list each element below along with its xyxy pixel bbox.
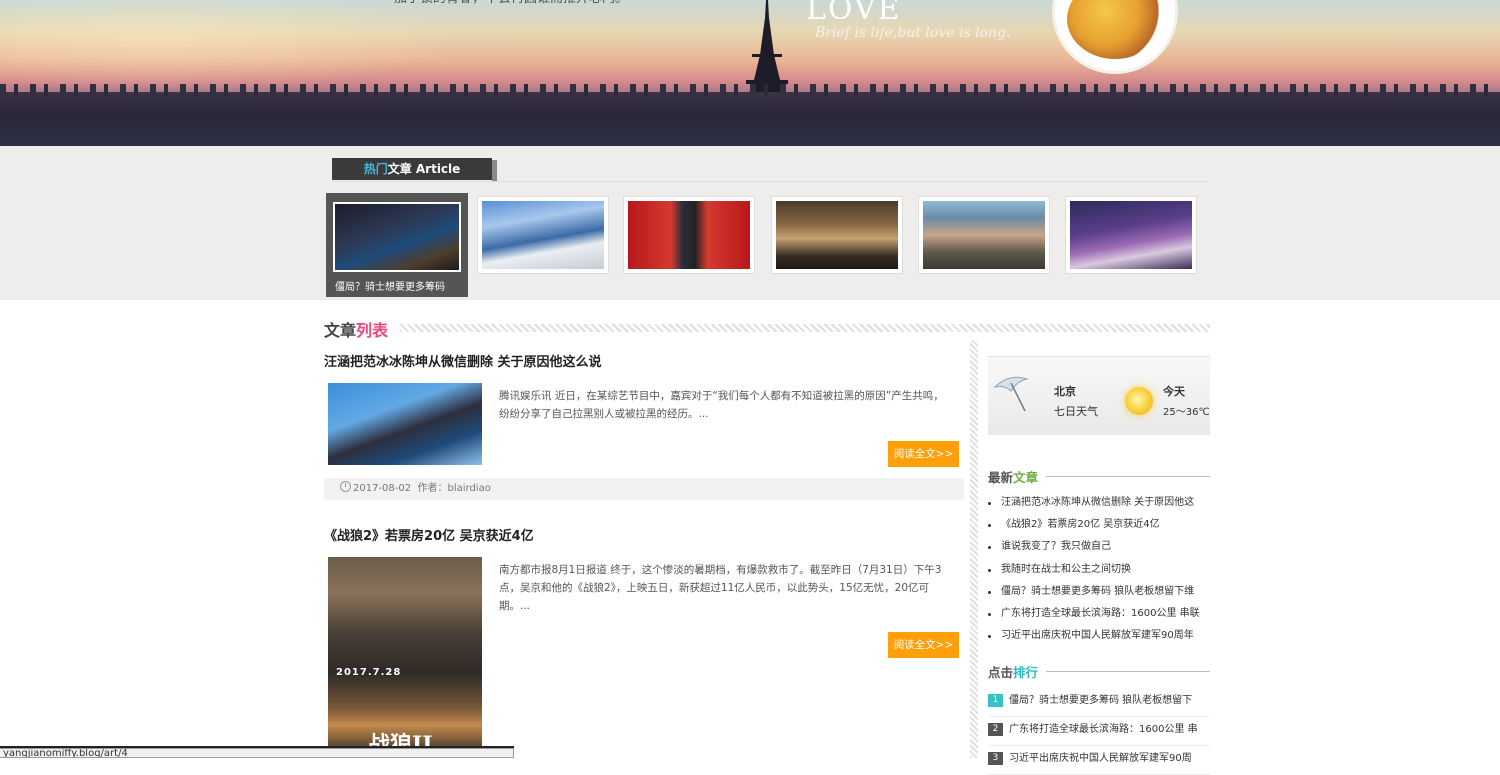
latest-head-left: 最新 [988, 470, 1014, 485]
article-title[interactable]: 汪涵把范冰冰陈坤从微信删除 关于原因他这么说 [324, 354, 964, 372]
latest-articles-heading: 最新文章 [988, 467, 1210, 487]
sun-icon [1125, 387, 1153, 415]
clock-icon [340, 481, 351, 492]
column-divider [970, 340, 978, 758]
rank-text: 僵局？骑士想要更多筹码 狼队老板想留下 [1009, 695, 1193, 706]
article-meta: 2017-08-02 作者：blairdiao [324, 478, 964, 500]
love-title: LOVE [806, 0, 902, 27]
hot-thumb-2[interactable] [477, 196, 609, 274]
click-ranking-heading: 点击排行 [988, 662, 1210, 682]
hot-tab-highlight: 热门 [363, 162, 388, 176]
latest-head-right: 文章 [1013, 470, 1039, 485]
click-ranking-list: 1 僵局？骑士想要更多筹码 狼队老板想留下 2 广东将打造全球最长滨海路：1600公… [988, 688, 1210, 775]
hot-thumb-3[interactable] [623, 196, 755, 274]
article-item-2: 《战狼2》若票房20亿 吴京获近4亿 2017.7.28 战狼II 南方都市报8… [324, 528, 964, 758]
hot-thumb-5[interactable] [918, 196, 1050, 274]
rank-text: 广东将打造全球最长滨海路：1600公里 串 [1009, 724, 1198, 735]
rank-number: 2 [988, 722, 1003, 736]
list-item[interactable]: 谁说我变了？我只做自己 [988, 536, 1210, 558]
hot-thumb-1[interactable]: 僵局？骑士想要更多筹码 [326, 193, 468, 297]
ranking-item[interactable]: 1 僵局？骑士想要更多筹码 狼队老板想留下 [988, 688, 1210, 717]
list-item[interactable]: 习近平出席庆祝中国人民解放军建军90周年 [988, 625, 1210, 647]
hot-tab-label: 文章 Article [387, 162, 461, 176]
city-skyline [0, 84, 1500, 146]
browser-status-bar: yangjianomiffy.blog/art/4 [0, 748, 514, 758]
avatar[interactable] [1052, 0, 1178, 74]
article-image[interactable] [328, 383, 482, 465]
thumb-caption: 僵局？骑士想要更多筹码 [335, 282, 445, 293]
weather-city: 北京 [1054, 385, 1076, 398]
love-subtitle: Brief is life,but love is long. [815, 25, 1011, 41]
hot-articles-band: 热门文章 Article 僵局？骑士想要更多筹码 [0, 146, 1500, 300]
list-item[interactable]: 汪涵把范冰冰陈坤从微信删除 关于原因他这 [988, 492, 1210, 514]
umbrella-icon [993, 376, 1029, 412]
list-item[interactable]: 《战狼2》若票房20亿 吴京获近4亿 [988, 514, 1210, 536]
thumb-image [776, 201, 898, 269]
article-image[interactable]: 2017.7.28 战狼II [328, 557, 482, 757]
thumb-image [1070, 201, 1192, 269]
article-excerpt: 腾讯娱乐讯 近日，在某综艺节目中，嘉宾对于“我们每个人都有不知道被拉黑的原因”产… [499, 390, 944, 420]
rank-number: 1 [988, 693, 1003, 707]
header-banner: 加了锁的青春，不会再因谁而推开心门。 LOVE Brief is life,bu… [0, 0, 1500, 146]
ranking-item[interactable]: 2 广东将打造全球最长滨海路：1600公里 串 [988, 717, 1210, 746]
article-excerpt: 南方都市报8月1日报道 终于，这个惨淡的暑期档，有爆款救市了。截至昨日（7月31… [499, 564, 942, 612]
weather-subtitle: 七日天气 [1054, 405, 1098, 418]
ranking-head-right: 排行 [1013, 665, 1039, 680]
poster-date: 2017.7.28 [336, 667, 402, 678]
list-item[interactable]: 广东将打造全球最长滨海路：1600公里 串联 [988, 603, 1210, 625]
article-author: 作者：blairdiao [417, 483, 491, 494]
weather-widget[interactable]: 北京 七日天气 今天 25～36℃ [988, 356, 1210, 435]
weather-temperature: 25～36℃ [1163, 407, 1210, 418]
article-list-heading: 文章列表 [324, 317, 1210, 341]
latest-articles-list: 汪涵把范冰冰陈坤从微信删除 关于原因他这 《战狼2》若票房20亿 吴京获近4亿 … [988, 492, 1210, 647]
weather-today: 今天 [1163, 385, 1185, 398]
ranking-item[interactable]: 3 习近平出席庆祝中国人民解放军建军90周 [988, 746, 1210, 775]
list-item[interactable]: 我随时在战士和公主之间切换 [988, 559, 1210, 581]
list-item[interactable]: 僵局？骑士想要更多筹码 狼队老板想留下维 [988, 581, 1210, 603]
thumb-image [628, 201, 750, 269]
hot-thumb-6[interactable] [1065, 196, 1197, 274]
thumb-image [333, 202, 461, 272]
heading-left: 文章 [324, 321, 357, 340]
hot-articles-tab: 热门文章 Article [332, 158, 492, 180]
article-item-1: 汪涵把范冰冰陈坤从微信删除 关于原因他这么说 腾讯娱乐讯 近日，在某综艺节目中，… [324, 354, 964, 504]
article-date: 2017-08-02 [353, 483, 412, 494]
rank-text: 习近平出席庆祝中国人民解放军建军90周 [1009, 753, 1192, 764]
ranking-head-left: 点击 [988, 665, 1014, 680]
banner-tagline: 加了锁的青春，不会再因谁而推开心门。 [394, 0, 694, 10]
tagline-line-2: 加了锁的青春，不会再因谁而推开心门。 [394, 0, 694, 10]
read-more-button[interactable]: 阅读全文>> [888, 441, 959, 467]
thumb-image [482, 201, 604, 269]
hot-thumb-4[interactable] [771, 196, 903, 274]
thumb-image [923, 201, 1045, 269]
read-more-button[interactable]: 阅读全文>> [888, 632, 959, 658]
heading-right: 列表 [356, 321, 389, 340]
rank-number: 3 [988, 751, 1003, 765]
article-title[interactable]: 《战狼2》若票房20亿 吴京获近4亿 [324, 528, 964, 546]
